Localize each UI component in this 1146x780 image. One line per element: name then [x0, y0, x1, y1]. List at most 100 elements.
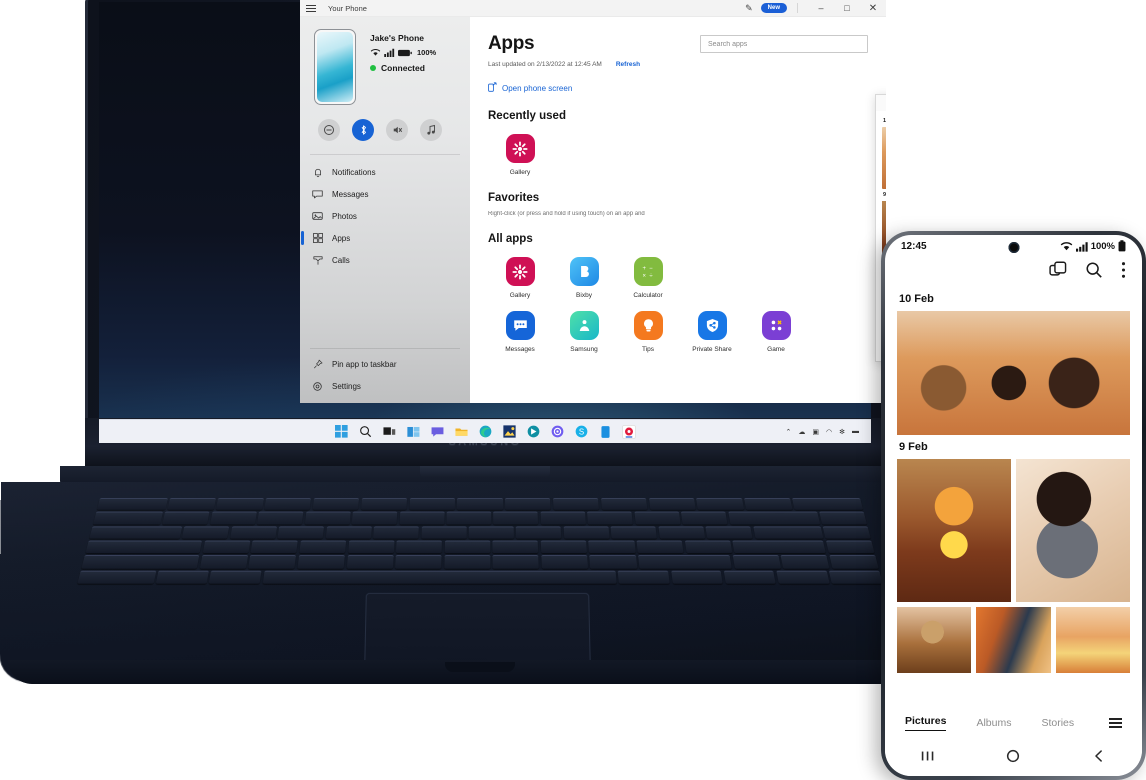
- sidebar-item-messages[interactable]: Messages: [300, 183, 470, 205]
- app-label: Messages: [505, 346, 535, 353]
- open-phone-screen-icon: [488, 82, 497, 94]
- mute-toggle[interactable]: [386, 119, 408, 141]
- multi-select-icon[interactable]: [1049, 261, 1067, 284]
- show-hidden-icons-chevron[interactable]: ⌃: [786, 428, 792, 436]
- svg-text:÷: ÷: [649, 273, 653, 279]
- app-tile-gallery-recent[interactable]: Gallery: [488, 134, 552, 176]
- tray-app-icon[interactable]: ▣: [812, 428, 819, 436]
- message-bubble-icon: [312, 189, 323, 200]
- photos-app-icon[interactable]: [502, 425, 516, 439]
- sidebar-item-settings[interactable]: Settings: [300, 375, 470, 397]
- hamburger-menu-icon[interactable]: [306, 2, 318, 14]
- your-phone-taskbar-icon[interactable]: [598, 425, 612, 439]
- gallery-photo[interactable]: [1055, 607, 1130, 673]
- minimize-button[interactable]: –: [808, 3, 834, 13]
- gallery-photo[interactable]: [897, 459, 1011, 602]
- gallery-photo-hero[interactable]: [897, 311, 1130, 435]
- search-apps-input[interactable]: [700, 35, 868, 53]
- app-tile-private-share[interactable]: Private Share: [680, 311, 744, 353]
- connection-status-label: Connected: [381, 63, 425, 73]
- sidebar-divider-top: [310, 154, 460, 155]
- phone-frame: 12:45 100% 10 Feb 9 Feb Pictures Albums …: [881, 231, 1146, 780]
- gallery-photo[interactable]: [1016, 459, 1130, 602]
- pencil-edit-icon[interactable]: ✎: [745, 3, 753, 14]
- all-apps-row-1: Gallery Bixby + − × ÷ Calculator: [488, 257, 886, 299]
- start-windows-icon[interactable]: [334, 425, 348, 439]
- phone-screen: 12:45 100% 10 Feb 9 Feb Pictures Albums …: [885, 235, 1142, 776]
- new-badge[interactable]: New: [760, 3, 787, 13]
- mini-photo-hero[interactable]: [882, 127, 886, 189]
- widgets-icon[interactable]: [406, 425, 420, 439]
- device-thumbnail: [314, 29, 356, 105]
- task-view-icon[interactable]: [382, 425, 396, 439]
- gallery-photo-grid-large: [897, 459, 1130, 602]
- volume-icon[interactable]: ✻: [839, 428, 845, 436]
- gallery-photo[interactable]: [976, 607, 1051, 673]
- pin-icon: [312, 359, 323, 370]
- laptop-trackpad: [364, 592, 591, 670]
- file-explorer-icon[interactable]: [454, 425, 468, 439]
- sidebar-item-pin-to-taskbar[interactable]: Pin app to taskbar: [300, 353, 470, 375]
- search-icon[interactable]: [1085, 261, 1103, 284]
- refresh-link[interactable]: Refresh: [616, 61, 640, 68]
- sidebar-item-apps[interactable]: Apps: [300, 227, 470, 249]
- svg-text:+: +: [642, 266, 646, 272]
- maximize-button[interactable]: □: [834, 3, 860, 13]
- phone-call-icon: [312, 255, 323, 266]
- home-button[interactable]: [1005, 748, 1021, 769]
- app-tile-gallery[interactable]: Gallery: [488, 257, 552, 299]
- gallery-photo-grid-small: [897, 607, 1130, 673]
- sidebar-nav: Notifications Messages Photos Apps Calls: [300, 161, 470, 271]
- recently-used-grid: Gallery: [488, 134, 886, 176]
- overflow-menu-icon[interactable]: [1121, 261, 1126, 284]
- sidebar-item-calls[interactable]: Calls: [300, 249, 470, 271]
- app-tile-messages[interactable]: Messages: [488, 311, 552, 353]
- app-tile-tips[interactable]: Tips: [616, 311, 680, 353]
- all-apps-title: All apps: [488, 233, 533, 245]
- onedrive-cloud-icon[interactable]: ☁: [798, 428, 805, 436]
- tab-stories[interactable]: Stories: [1041, 717, 1074, 729]
- settings-app-icon[interactable]: [550, 425, 564, 439]
- cellular-signal-icon: [384, 48, 395, 57]
- phone-status-bar: 12:45 100%: [885, 235, 1142, 257]
- gallery-app-icon: [505, 134, 535, 163]
- edge-browser-icon[interactable]: [478, 425, 492, 439]
- sidebar-item-photos[interactable]: Photos: [300, 205, 470, 227]
- app-tile-calculator[interactable]: + − × ÷ Calculator: [616, 257, 680, 299]
- app-label: Gallery: [509, 169, 531, 176]
- apps-page: Apps Last updated on 2/13/2022 at 12:45 …: [470, 17, 886, 403]
- gallery-photo[interactable]: [897, 607, 972, 673]
- samsung-members-app-icon: [569, 311, 599, 340]
- battery-icon[interactable]: ▬: [852, 428, 859, 435]
- device-status-icons: 100%: [370, 48, 436, 57]
- wifi-icon[interactable]: ◠: [826, 428, 832, 436]
- skype-icon[interactable]: S: [574, 425, 588, 439]
- back-button[interactable]: [1091, 748, 1107, 769]
- mini-date-label: 9 Feb: [883, 192, 886, 198]
- app-tile-game[interactable]: Game: [744, 311, 808, 353]
- cellular-signal-icon: [1075, 241, 1088, 252]
- gallery-bottom-tabs: Pictures Albums Stories: [885, 706, 1142, 740]
- chat-teams-icon[interactable]: [430, 425, 444, 439]
- app-label: Game: [767, 346, 785, 353]
- sidebar-item-notifications[interactable]: Notifications: [300, 161, 470, 183]
- search-icon[interactable]: [358, 425, 372, 439]
- app-tile-samsung[interactable]: Samsung: [552, 311, 616, 353]
- media-toggle[interactable]: [420, 119, 442, 141]
- app-tile-bixby[interactable]: Bixby: [552, 257, 616, 299]
- close-button[interactable]: ✕: [860, 3, 886, 14]
- store-icon[interactable]: [526, 425, 540, 439]
- screenshot-root: SAMSUNG: [0, 0, 1146, 780]
- open-phone-screen-link[interactable]: Open phone screen: [502, 84, 572, 93]
- gallery-app-icon: [505, 257, 535, 286]
- hamburger-menu-icon[interactable]: [1109, 717, 1122, 729]
- tab-albums[interactable]: Albums: [976, 717, 1011, 729]
- favorites-title: Favorites: [488, 192, 540, 204]
- quick-actions-row: [300, 105, 470, 141]
- bluetooth-toggle[interactable]: [352, 119, 374, 141]
- gear-icon: [312, 381, 323, 392]
- samsung-app-icon[interactable]: [622, 424, 636, 439]
- do-not-disturb-toggle[interactable]: [318, 119, 340, 141]
- recents-button[interactable]: [920, 748, 936, 769]
- tab-pictures[interactable]: Pictures: [905, 715, 947, 731]
